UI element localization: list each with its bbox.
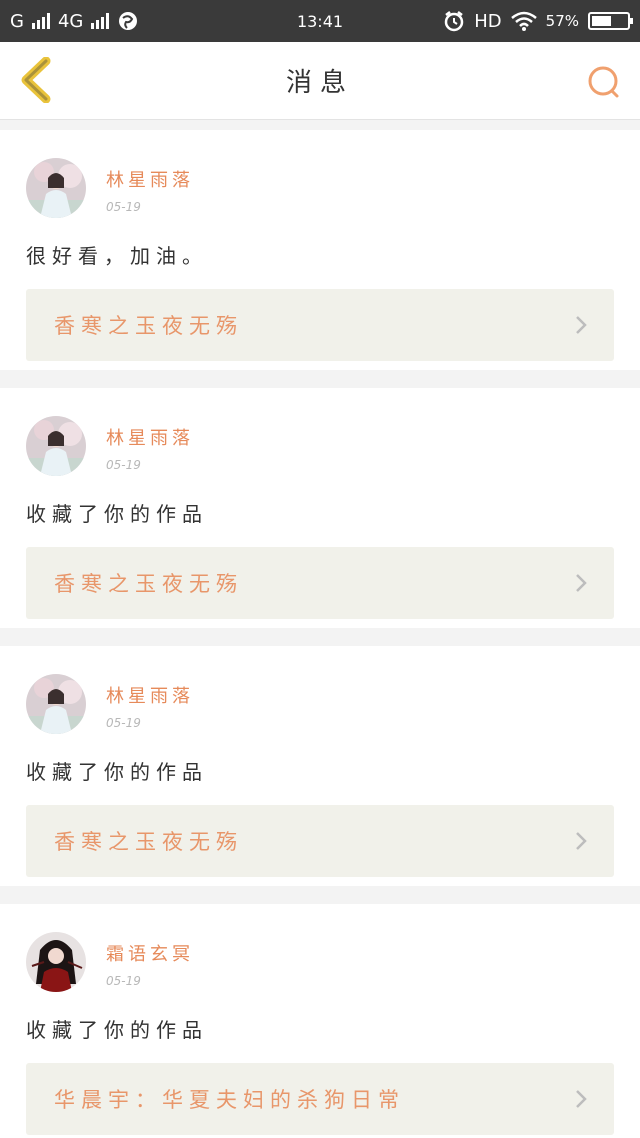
user-meta: 林星雨落 05-19	[106, 416, 194, 472]
alarm-icon	[445, 11, 464, 32]
message-card: 林星雨落 05-19 收藏了你的作品 香寒之玉夜无殇	[0, 646, 640, 886]
network-label: 4G	[57, 10, 84, 32]
status-left: G 4G	[10, 10, 139, 32]
browser-icon	[119, 12, 138, 30]
signal-icon	[91, 13, 110, 29]
message-header: 林星雨落 05-19	[26, 416, 614, 476]
chevron-right-icon	[576, 832, 587, 850]
avatar[interactable]	[26, 674, 86, 734]
message-text: 收藏了你的作品	[26, 1018, 208, 1042]
back-button[interactable]	[14, 56, 58, 104]
status-bar: G 4G 13:41 HD 57%	[0, 0, 640, 42]
user-name[interactable]: 林星雨落	[106, 424, 194, 450]
message-card: 林星雨落 05-19 收藏了你的作品 香寒之玉夜无殇	[0, 388, 640, 628]
avatar[interactable]	[26, 158, 86, 218]
message-header: 霜语玄冥 05-19	[26, 932, 614, 992]
battery-icon	[588, 12, 633, 30]
post-date: 05-19	[106, 458, 141, 472]
work-title: 华晨宇：华夏夫妇的杀狗日常	[54, 1088, 405, 1112]
message-header: 林星雨落 05-19	[26, 674, 614, 734]
message-text: 收藏了你的作品	[26, 502, 208, 526]
carrier-label: G	[10, 10, 24, 32]
work-title: 香寒之玉夜无殇	[54, 314, 243, 338]
search-button[interactable]	[582, 60, 626, 104]
work-title: 香寒之玉夜无殇	[54, 830, 243, 854]
message-card: 霜语玄冥 05-19 收藏了你的作品 华晨宇：华夏夫妇的杀狗日常	[0, 904, 640, 1138]
user-meta: 林星雨落 05-19	[106, 158, 194, 214]
work-link[interactable]: 香寒之玉夜无殇	[26, 805, 614, 877]
user-meta: 霜语玄冥 05-19	[106, 932, 194, 988]
user-name[interactable]: 林星雨落	[106, 682, 194, 708]
post-date: 05-19	[106, 200, 141, 214]
page-title: 消息	[285, 68, 354, 98]
nav-bar: 消息	[0, 42, 640, 120]
message-text: 收藏了你的作品	[26, 760, 208, 784]
message-list: 林星雨落 05-19 很好看，加油。 香寒之玉夜无殇 林星雨落 05-19 收藏…	[0, 120, 640, 1138]
chevron-right-icon	[576, 1090, 587, 1108]
chevron-right-icon	[576, 574, 587, 592]
chevron-right-icon	[576, 316, 587, 334]
status-right: HD 57%	[443, 10, 633, 32]
battery-fill	[592, 16, 612, 26]
work-link[interactable]: 香寒之玉夜无殇	[26, 547, 614, 619]
message-text: 很好看，加油。	[26, 244, 208, 268]
search-icon	[588, 66, 619, 98]
user-meta: 林星雨落 05-19	[106, 674, 194, 730]
chevron-left-icon	[21, 57, 51, 103]
work-link[interactable]: 香寒之玉夜无殇	[26, 289, 614, 361]
user-name[interactable]: 林星雨落	[106, 166, 194, 192]
user-name[interactable]: 霜语玄冥	[106, 940, 194, 966]
post-date: 05-19	[106, 716, 141, 730]
message-header: 林星雨落 05-19	[26, 158, 614, 218]
work-title: 香寒之玉夜无殇	[54, 572, 243, 596]
battery-percent: 57%	[545, 12, 579, 30]
hd-label: HD	[474, 10, 502, 32]
avatar[interactable]	[26, 932, 86, 992]
signal-icon	[31, 13, 50, 29]
wifi-icon	[510, 11, 537, 31]
avatar[interactable]	[26, 416, 86, 476]
message-card: 林星雨落 05-19 很好看，加油。 香寒之玉夜无殇	[0, 130, 640, 370]
post-date: 05-19	[106, 974, 141, 988]
work-link[interactable]: 华晨宇：华夏夫妇的杀狗日常	[26, 1063, 614, 1135]
